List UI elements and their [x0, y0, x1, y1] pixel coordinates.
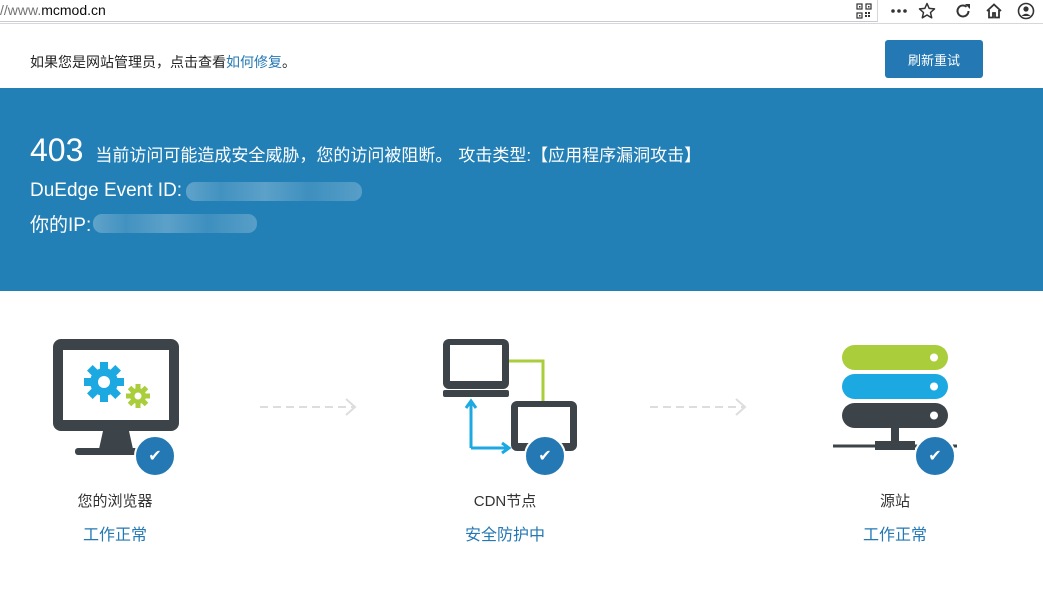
- server-icon: ✔: [795, 330, 995, 477]
- ip-line: 你的IP:: [30, 210, 258, 237]
- event-id-label: DuEdge Event ID:: [30, 180, 183, 201]
- error-message: 当前访问可能造成安全威胁，您的访问被阻断。: [95, 146, 453, 165]
- node-status: 工作正常: [862, 527, 927, 544]
- account-icon[interactable]: [1016, 1, 1036, 21]
- refresh-retry-button[interactable]: 刷新重试: [885, 40, 983, 78]
- check-icon: ✔: [914, 435, 956, 477]
- event-id-redacted: [186, 181, 363, 201]
- node-status: 安全防护中: [464, 527, 545, 544]
- arrow-right-icon: [650, 398, 747, 416]
- url-text: //www.mcmod.cn: [0, 2, 106, 18]
- address-field[interactable]: //www.mcmod.cn: [0, 0, 878, 22]
- error-headline: 403 当前访问可能造成安全威胁，您的访问被阻断。 攻击类型:【应用程序漏洞攻击…: [30, 132, 701, 169]
- error-code: 403: [30, 132, 84, 168]
- ip-label: 你的IP:: [30, 215, 92, 236]
- star-icon[interactable]: [917, 1, 937, 21]
- notice-text: 如果您是网站管理员，点击查看如何修复。: [30, 54, 296, 70]
- how-to-fix-link[interactable]: 如何修复: [226, 54, 282, 70]
- qr-code-icon[interactable]: [854, 1, 874, 21]
- network-icon: ✔: [405, 330, 605, 477]
- node-name: CDN节点: [473, 493, 537, 510]
- event-id-line: DuEdge Event ID:: [30, 180, 363, 202]
- admin-notice: 如果您是网站管理员，点击查看如何修复。 刷新重试: [0, 24, 1043, 88]
- node-name: 您的浏览器: [77, 493, 153, 510]
- check-icon: ✔: [524, 435, 566, 477]
- arrow-right-icon: [260, 398, 357, 416]
- error-banner: 403 当前访问可能造成安全威胁，您的访问被阻断。 攻击类型:【应用程序漏洞攻击…: [0, 88, 1043, 291]
- node-cdn: ✔ CDN节点 安全防护中: [405, 330, 605, 545]
- node-name: 源站: [879, 493, 910, 510]
- check-icon: ✔: [134, 435, 176, 477]
- browser-toolbar: //www.mcmod.cn: [0, 0, 1043, 24]
- home-icon[interactable]: [984, 1, 1004, 21]
- ip-redacted: [93, 214, 258, 233]
- node-status: 工作正常: [82, 527, 147, 544]
- monitor-gears-icon: ✔: [15, 330, 215, 477]
- node-browser: ✔ 您的浏览器 工作正常: [15, 330, 215, 545]
- reload-icon[interactable]: [953, 1, 973, 21]
- node-origin: ✔ 源站 工作正常: [795, 330, 995, 545]
- attack-type: 攻击类型:【应用程序漏洞攻击】: [458, 146, 702, 165]
- more-icon[interactable]: [889, 1, 909, 21]
